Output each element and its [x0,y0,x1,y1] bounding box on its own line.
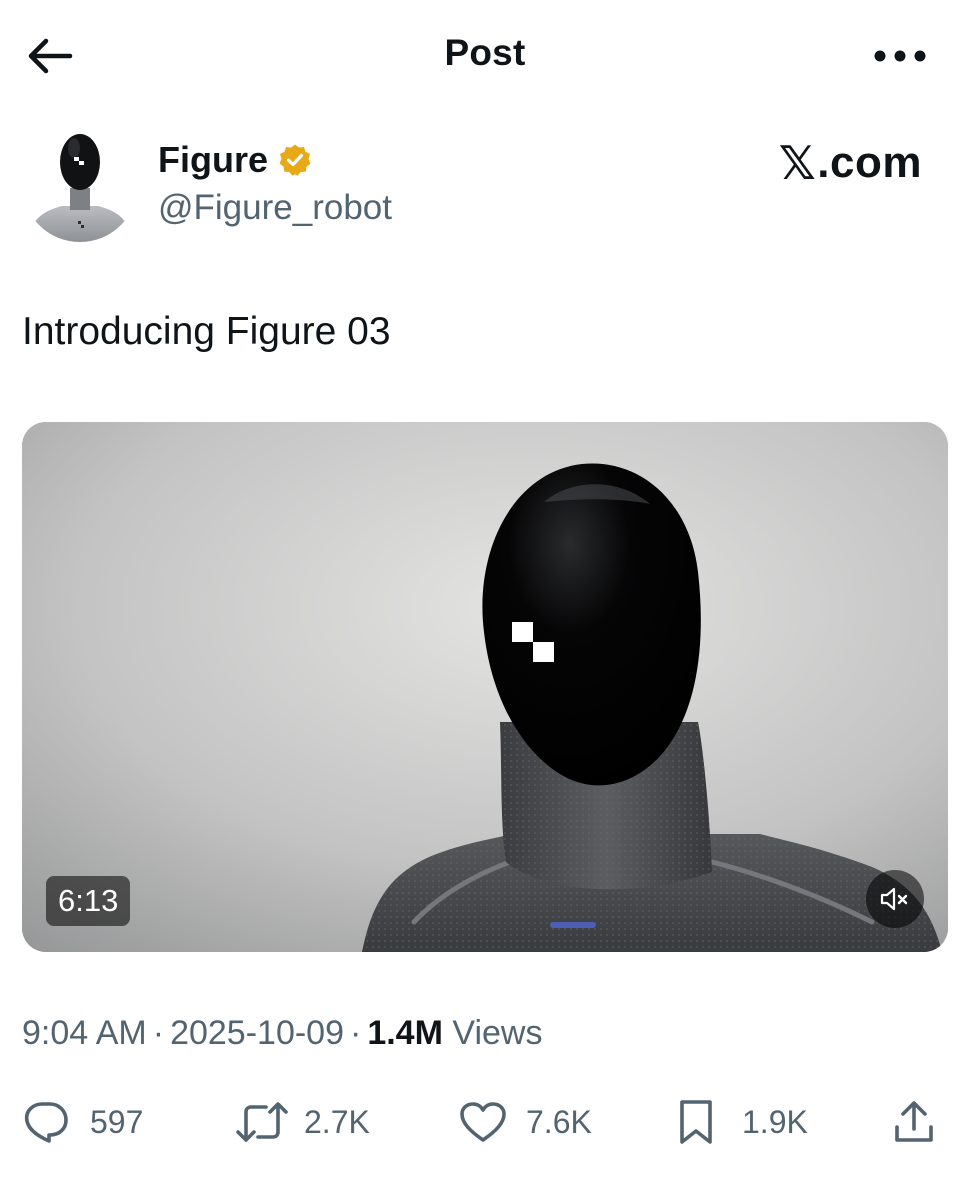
x-com-logo: 𝕏 .com [779,136,922,190]
video-duration-badge: 6:13 [46,876,131,926]
like-button[interactable]: 7.6K [458,1090,592,1154]
views-count: 1.4M [367,1014,443,1052]
top-bar: Post [0,0,970,110]
x-logo-glyph: 𝕏 [778,136,817,190]
x-com-suffix: .com [817,138,922,187]
post-author: Figure @Figure_robot 𝕏 .com [22,126,948,246]
repost-count: 2.7K [304,1103,370,1140]
like-count: 7.6K [526,1103,592,1140]
heart-icon [460,1102,506,1142]
share-button[interactable] [892,1090,936,1154]
bookmark-count: 1.9K [742,1103,808,1140]
video-thumbnail [22,422,948,952]
reply-count: 597 [90,1103,144,1140]
post-text: Introducing Figure 03 [22,310,391,353]
robot-avatar-image [22,126,138,242]
avatar[interactable] [22,126,138,242]
bookmark-icon [680,1100,712,1144]
repost-icon [236,1102,288,1142]
post-date: 2025-10-09 [170,1014,344,1052]
action-bar: 597 2.7K 7.6K 1.9K [22,1090,948,1154]
repost-button[interactable]: 2.7K [234,1090,370,1154]
meta-separator: · [350,1014,362,1052]
reply-icon [24,1102,68,1143]
display-name-row: Figure [158,138,312,182]
share-icon [895,1101,933,1142]
page-title: Post [444,32,526,73]
views-label: Views [452,1014,543,1052]
post-meta: 9:04 AM · 2025-10-09 · 1.4M Views [22,1014,542,1053]
bookmark-button[interactable]: 1.9K [676,1090,808,1154]
reply-button[interactable]: 597 [22,1090,143,1154]
post-time: 9:04 AM [22,1014,147,1052]
meta-separator: · [152,1014,165,1052]
verified-badge-icon [278,143,312,177]
volume-muted-icon [880,887,908,911]
more-options-button[interactable] [870,34,930,78]
more-horizontal-icon [874,50,926,62]
display-name[interactable]: Figure [158,139,268,181]
mute-toggle-button[interactable] [866,870,924,928]
post-video[interactable]: 6:13 [22,422,948,952]
user-handle[interactable]: @Figure_robot [158,188,392,228]
